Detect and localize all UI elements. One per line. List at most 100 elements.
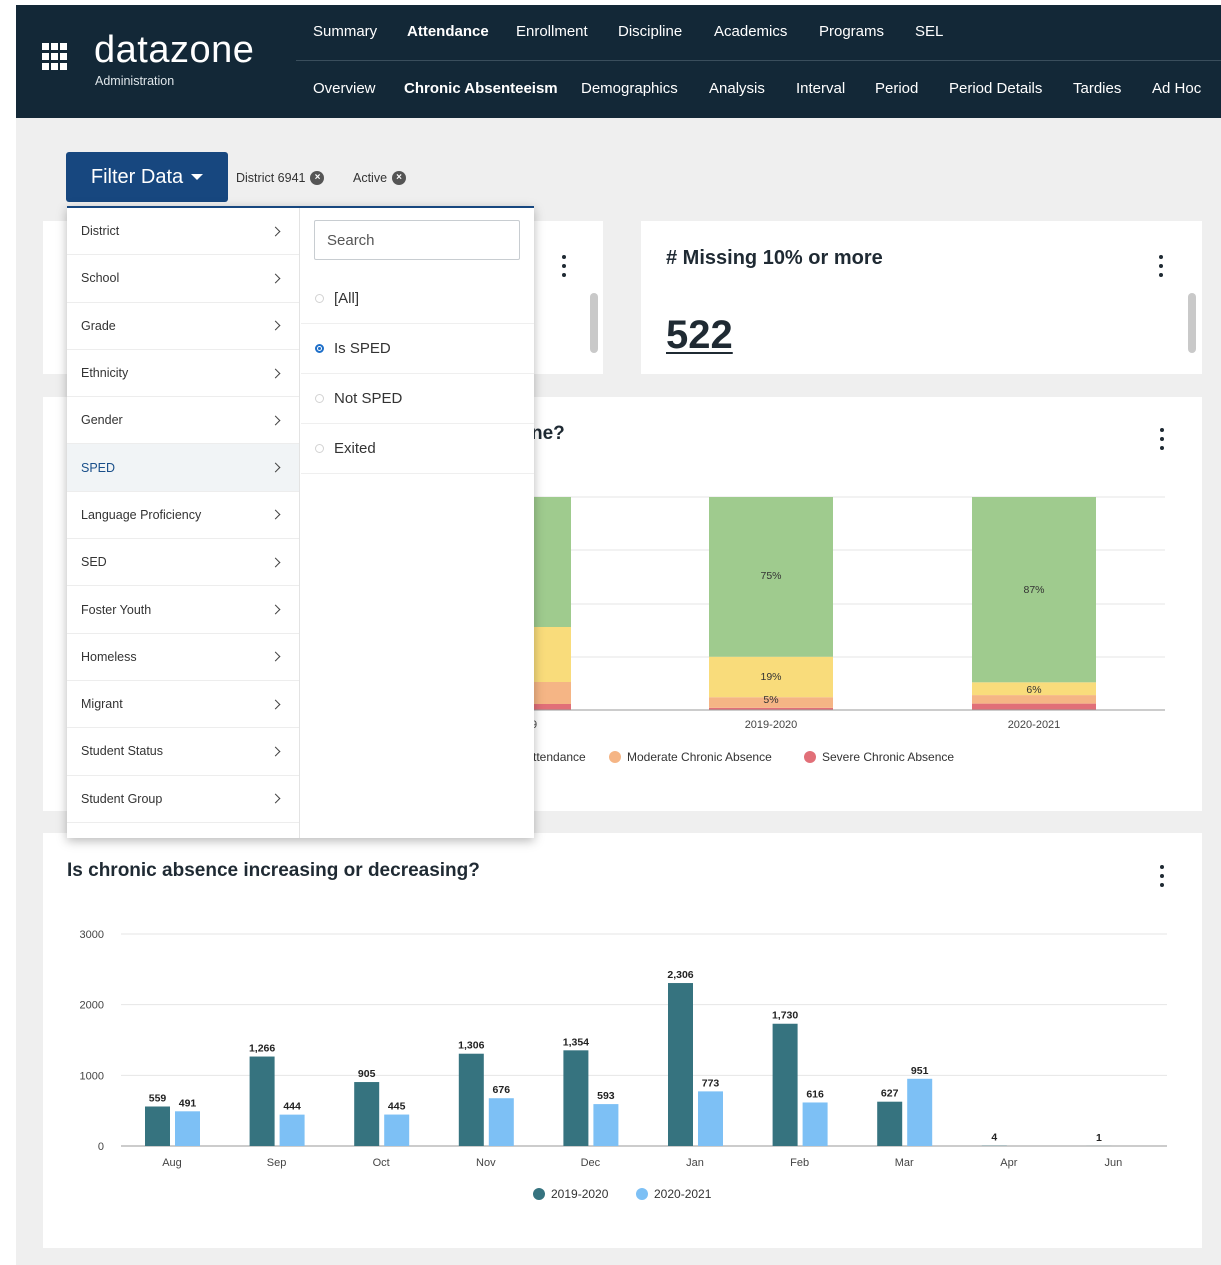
filter-category-label: School bbox=[81, 271, 120, 286]
subnav-chronic-absenteeism[interactable]: Chronic Absenteeism bbox=[404, 80, 558, 97]
card-menu-icon[interactable] bbox=[1158, 255, 1164, 277]
data-label: 905 bbox=[358, 1068, 376, 1080]
legend-swatch bbox=[533, 1188, 545, 1200]
radio-button[interactable] bbox=[315, 444, 324, 453]
app-window: datazone Administration Summary Attendan… bbox=[16, 5, 1221, 1265]
data-label: 951 bbox=[911, 1065, 929, 1077]
x-tick-label: Apr bbox=[1000, 1157, 1017, 1169]
filter-category-item[interactable]: Migrant bbox=[67, 681, 299, 729]
radio-button[interactable] bbox=[315, 394, 324, 403]
bar-2019-2020 bbox=[668, 983, 693, 1146]
filter-data-button[interactable]: Filter Data bbox=[66, 152, 228, 202]
legend-swatch bbox=[609, 751, 621, 763]
subnav-overview[interactable]: Overview bbox=[313, 80, 376, 97]
y-tick-label: 1000 bbox=[80, 1070, 104, 1082]
chevron-right-icon bbox=[270, 226, 281, 237]
radio-button[interactable] bbox=[315, 344, 324, 353]
data-label: 1,266 bbox=[249, 1043, 275, 1055]
legend-severe: Severe Chronic Absence bbox=[804, 750, 954, 764]
filter-category-item[interactable]: District bbox=[67, 208, 299, 256]
nav-sel[interactable]: SEL bbox=[915, 23, 943, 40]
nav-enrollment[interactable]: Enrollment bbox=[516, 23, 588, 40]
nav-summary[interactable]: Summary bbox=[313, 23, 377, 40]
filter-category-item[interactable]: Language Proficiency bbox=[67, 492, 299, 540]
card-scrollbar[interactable] bbox=[590, 293, 598, 353]
filter-category-item[interactable]: Student Status bbox=[67, 728, 299, 776]
filter-category-label: Ethnicity bbox=[81, 366, 129, 381]
stacked-bar-segment bbox=[972, 703, 1096, 710]
brand-subtitle: Administration bbox=[95, 74, 175, 88]
nav-discipline[interactable]: Discipline bbox=[618, 23, 682, 40]
filter-category-item[interactable]: Grade bbox=[67, 303, 299, 350]
nav-attendance[interactable]: Attendance bbox=[407, 23, 489, 40]
bar-2020-2021 bbox=[907, 1078, 933, 1146]
chevron-right-icon bbox=[270, 651, 281, 662]
data-label: 444 bbox=[283, 1101, 301, 1113]
filter-category-item[interactable]: Ethnicity bbox=[67, 350, 299, 398]
stacked-bar-segment bbox=[532, 682, 571, 704]
nav-academics[interactable]: Academics bbox=[714, 23, 787, 40]
filter-option-item[interactable]: Is SPED bbox=[301, 324, 534, 374]
remove-chip-icon[interactable]: × bbox=[310, 171, 325, 185]
chevron-right-icon bbox=[270, 415, 281, 426]
y-tick-label: 0 bbox=[98, 1141, 104, 1153]
subnav-analysis[interactable]: Analysis bbox=[709, 80, 765, 97]
filter-category-item[interactable]: Student Group bbox=[67, 776, 299, 823]
remove-chip-icon[interactable]: × bbox=[392, 171, 407, 185]
subnav-divider bbox=[296, 60, 1221, 61]
filter-category-item[interactable]: Gender bbox=[67, 397, 299, 445]
filter-option-item[interactable]: [All] bbox=[301, 274, 534, 324]
stacked-bar-segment bbox=[532, 704, 571, 710]
filter-category-label: Student Status bbox=[81, 744, 164, 759]
subnav-tardies[interactable]: Tardies bbox=[1073, 80, 1121, 97]
data-label: 445 bbox=[388, 1101, 406, 1113]
card-menu-icon[interactable] bbox=[561, 255, 567, 277]
nav-programs[interactable]: Programs bbox=[819, 23, 884, 40]
card-scrollbar[interactable] bbox=[1188, 293, 1196, 353]
data-label: 491 bbox=[179, 1097, 197, 1109]
filter-category-item[interactable]: Foster Youth bbox=[67, 586, 299, 634]
legend-moderate: Moderate Chronic Absence bbox=[609, 750, 772, 764]
subnav-period[interactable]: Period bbox=[875, 80, 918, 97]
filter-category-item[interactable]: SPED bbox=[67, 444, 299, 492]
app-grid-icon[interactable] bbox=[42, 43, 70, 71]
filter-option-item[interactable]: Exited bbox=[301, 424, 534, 474]
data-label: 4 bbox=[991, 1132, 997, 1144]
subnav-ad-hoc[interactable]: Ad Hoc bbox=[1152, 80, 1201, 97]
filter-data-label: Filter Data bbox=[90, 165, 184, 188]
chevron-right-icon bbox=[270, 462, 281, 473]
chevron-right-icon bbox=[270, 793, 281, 804]
subnav-period-details[interactable]: Period Details bbox=[949, 80, 1042, 97]
radio-button[interactable] bbox=[315, 294, 324, 303]
filter-dropdown: District School Grade Ethnicity Gender SPED La… bbox=[67, 206, 534, 838]
legend-label: 2019-2020 bbox=[551, 1187, 609, 1201]
filter-chip-label: Active bbox=[353, 171, 388, 185]
chevron-right-icon bbox=[270, 509, 281, 520]
filter-option-item[interactable]: Not SPED bbox=[301, 374, 534, 424]
filter-search-input[interactable] bbox=[314, 220, 520, 260]
x-tick-label: 2019-2020 bbox=[745, 719, 798, 731]
bar-2019-2020 bbox=[563, 1050, 589, 1146]
stacked-bar-segment bbox=[532, 627, 571, 682]
missing-card-title: # Missing 10% or more bbox=[666, 247, 883, 269]
chevron-right-icon bbox=[270, 699, 281, 710]
filter-category-label: Grade bbox=[81, 318, 116, 333]
filter-category-item[interactable]: Homeless bbox=[67, 634, 299, 681]
legend-label: Moderate Chronic Absence bbox=[627, 750, 772, 764]
data-label: 593 bbox=[597, 1090, 615, 1102]
filter-category-item[interactable]: School bbox=[67, 255, 299, 303]
x-tick-label: Nov bbox=[476, 1157, 496, 1169]
subnav-demographics[interactable]: Demographics bbox=[581, 80, 678, 97]
filter-category-label: Gender bbox=[81, 413, 123, 428]
subnav-interval[interactable]: Interval bbox=[796, 80, 845, 97]
segment-label: 19% bbox=[760, 671, 781, 683]
chevron-right-icon bbox=[270, 557, 281, 568]
legend-satisfactory: ttendance bbox=[533, 750, 586, 764]
filter-category-item[interactable]: SED bbox=[67, 539, 299, 587]
x-tick-label: Oct bbox=[373, 1157, 390, 1169]
data-label: 2,306 bbox=[667, 969, 693, 981]
missing-card-value[interactable]: 522 bbox=[666, 313, 733, 358]
bar-2020-2021 bbox=[488, 1098, 514, 1146]
legend-series-2020: 2020-2021 bbox=[636, 1187, 711, 1201]
brand-logo[interactable]: datazone bbox=[94, 29, 254, 72]
